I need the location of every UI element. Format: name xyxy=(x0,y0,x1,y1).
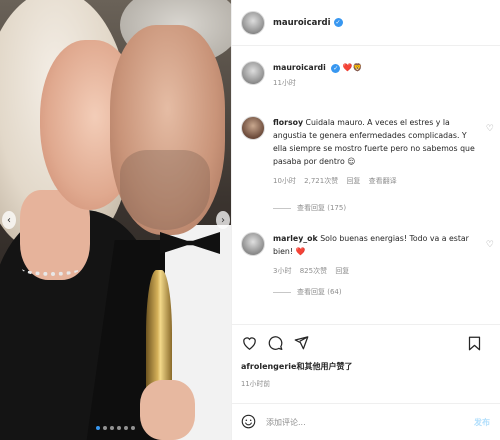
caption-avatar[interactable] xyxy=(241,61,265,85)
view-replies-label: 查看回复 (175) xyxy=(297,204,347,212)
author-username[interactable]: mauroicardi xyxy=(273,18,331,28)
comment-username[interactable]: marley_ok xyxy=(273,234,318,243)
bookmark-icon xyxy=(468,336,480,350)
reply-button[interactable]: 回复 xyxy=(346,177,360,185)
view-replies-button[interactable]: 查看回复 (64) xyxy=(273,287,342,297)
heart-outline-icon xyxy=(242,336,256,350)
carousel-prev-button[interactable]: ‹ xyxy=(2,211,16,229)
commenter-avatar[interactable] xyxy=(241,116,265,140)
post-actions-bar xyxy=(232,324,500,360)
carousel-dot xyxy=(117,426,121,430)
save-button[interactable] xyxy=(466,335,482,351)
verified-badge-icon: ✓ xyxy=(331,63,341,73)
translate-button[interactable]: 查看翻译 xyxy=(369,177,397,185)
share-button[interactable] xyxy=(293,335,309,351)
comment-emoji: 😌 xyxy=(347,157,356,166)
likes-summary[interactable]: afrolengerie和其他用户赞了 xyxy=(241,361,352,372)
carousel-dot xyxy=(96,426,100,430)
comment-likes[interactable]: 825次赞 xyxy=(300,267,327,275)
post-comment-button[interactable]: 发布 xyxy=(474,417,490,428)
comments-list[interactable]: mauroicardi ✓ ❤️🦁 11小时 florsoy Cuidala m… xyxy=(232,46,500,324)
carousel-dot xyxy=(124,426,128,430)
reply-button[interactable]: 回复 xyxy=(335,267,349,275)
carousel-next-button[interactable]: › xyxy=(216,211,230,229)
carousel-dot xyxy=(103,426,107,430)
post-photo[interactable]: ‹ › xyxy=(0,0,231,440)
carousel-dot xyxy=(131,426,135,430)
comment-like-icon[interactable]: ♡ xyxy=(486,124,494,134)
carousel-dots xyxy=(96,426,135,430)
comment-input[interactable] xyxy=(266,417,426,427)
post-header: mauroicardi ✓ xyxy=(232,0,500,46)
caption-username[interactable]: mauroicardi xyxy=(273,63,326,72)
comment-time[interactable]: 10小时 xyxy=(273,177,296,185)
caption-row: mauroicardi ✓ ❤️🦁 11小时 xyxy=(241,61,494,90)
commenter-avatar[interactable] xyxy=(241,232,265,256)
author-avatar[interactable] xyxy=(241,10,265,35)
comment-row: florsoy Cuidala mauro. A veces el estres… xyxy=(241,116,494,188)
comment-username[interactable]: florsoy xyxy=(273,118,303,127)
view-replies-button[interactable]: 查看回复 (175) xyxy=(273,203,346,213)
caption-emojis: ❤️🦁 xyxy=(342,63,363,72)
chevron-right-icon: › xyxy=(221,214,225,226)
comment-button[interactable] xyxy=(267,335,283,351)
comment-like-icon[interactable]: ♡ xyxy=(486,240,494,250)
view-replies-label: 查看回复 (64) xyxy=(297,288,342,296)
post-timestamp[interactable]: 11小时前 xyxy=(241,378,270,388)
comment-time[interactable]: 3小时 xyxy=(273,267,291,275)
add-comment-bar: 发布 xyxy=(232,403,500,440)
chevron-left-icon: ‹ xyxy=(7,214,11,226)
post-detail-panel: mauroicardi ✓ mauroicardi ✓ ❤️🦁 11小时 flo… xyxy=(231,0,500,440)
comment-icon xyxy=(268,336,282,350)
verified-badge-icon: ✓ xyxy=(333,18,343,27)
like-button[interactable] xyxy=(241,335,257,351)
comment-emoji: ❤️ xyxy=(295,247,306,256)
comment-row: marley_ok Solo buenas energias! Todo va … xyxy=(241,232,494,278)
comment-text: Cuidala mauro. A veces el estres y la an… xyxy=(273,118,475,166)
emoji-icon[interactable] xyxy=(241,414,256,431)
carousel-dot xyxy=(110,426,114,430)
comment-likes[interactable]: 2,721次赞 xyxy=(304,177,338,185)
send-icon xyxy=(294,336,308,350)
caption-time[interactable]: 11小时 xyxy=(273,79,296,87)
